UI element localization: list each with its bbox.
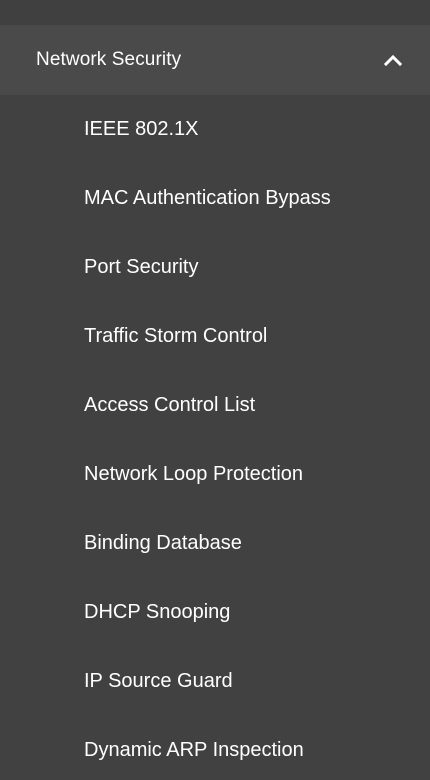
sidebar-item-label: MAC Authentication Bypass xyxy=(84,187,331,209)
sidebar-nav: Network Security IEEE 802.1X MAC Authent… xyxy=(0,0,430,780)
sidebar-item-port-security[interactable]: Port Security xyxy=(0,233,430,302)
sidebar-item-dynamic-arp-inspection[interactable]: Dynamic ARP Inspection xyxy=(0,716,430,780)
sidebar-item-binding-database[interactable]: Binding Database xyxy=(0,509,430,578)
sidebar-item-traffic-storm-control[interactable]: Traffic Storm Control xyxy=(0,302,430,371)
sidebar-item-ip-source-guard[interactable]: IP Source Guard xyxy=(0,647,430,716)
sidebar-item-label: Access Control List xyxy=(84,394,256,416)
sidebar-item-ieee-802-1x[interactable]: IEEE 802.1X xyxy=(0,95,430,164)
group-label: Network Security xyxy=(36,49,182,70)
sidebar-item-dhcp-snooping[interactable]: DHCP Snooping xyxy=(0,578,430,647)
sidebar-item-access-control-list[interactable]: Access Control List xyxy=(0,371,430,440)
sidebar-item-label: Traffic Storm Control xyxy=(84,325,268,347)
sidebar-item-label: IP Source Guard xyxy=(84,670,233,692)
network-security-group-toggle[interactable]: Network Security xyxy=(0,25,430,95)
sidebar-item-mac-authentication-bypass[interactable]: MAC Authentication Bypass xyxy=(0,164,430,233)
sidebar-item-label: DHCP Snooping xyxy=(84,601,231,623)
sidebar-item-label: Port Security xyxy=(84,256,199,278)
network-security-submenu: IEEE 802.1X MAC Authentication Bypass Po… xyxy=(0,95,430,780)
sidebar-top-spacer xyxy=(0,0,430,25)
sidebar-item-label: Binding Database xyxy=(84,532,242,554)
sidebar-item-label: IEEE 802.1X xyxy=(84,118,199,140)
sidebar-item-network-loop-protection[interactable]: Network Loop Protection xyxy=(0,440,430,509)
sidebar-item-label: Network Loop Protection xyxy=(84,463,304,485)
sidebar-item-label: Dynamic ARP Inspection xyxy=(84,739,304,761)
chevron-up-icon[interactable] xyxy=(384,54,402,66)
